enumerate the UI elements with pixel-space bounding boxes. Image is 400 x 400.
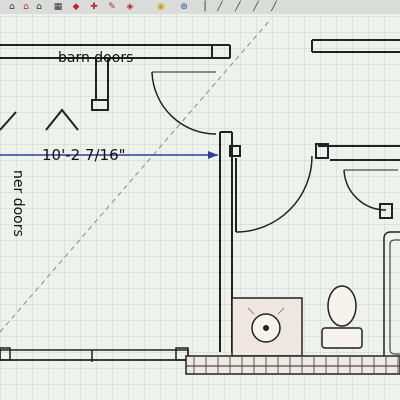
tape-icon[interactable]: ✚	[88, 1, 100, 13]
line3-icon[interactable]: ╱	[250, 1, 262, 13]
cad-window: ⌂ ⌂ ⌂ ▦ ◆ ✚ ✎ ◈ ◉ ⊕ ▕ ╱ ╱ ╱ ╱ barn doors…	[0, 0, 400, 400]
exterior-wall	[185, 355, 400, 375]
floor-plan-canvas[interactable]	[0, 14, 400, 400]
roof-icon[interactable]: ⌂	[20, 1, 32, 13]
line4-icon[interactable]: ╱	[268, 1, 280, 13]
vertical-doors-label: ner doors	[10, 170, 26, 237]
palette-icon[interactable]: ◆	[70, 1, 82, 13]
line2-icon[interactable]: ╱	[232, 1, 244, 13]
line-icon[interactable]: ╱	[214, 1, 226, 13]
wall-icon[interactable]: ⌂	[33, 1, 45, 13]
select-icon[interactable]: ▕	[196, 1, 208, 13]
pointer-icon[interactable]: ⊕	[178, 1, 190, 13]
dimension-label: 10'-2 7/16"	[42, 146, 126, 164]
door-icon[interactable]: ▦	[52, 1, 64, 13]
camera-icon[interactable]: ◉	[155, 1, 167, 13]
pencil-icon[interactable]: ✎	[106, 1, 118, 13]
barn-doors-label: barn doors	[58, 50, 134, 66]
vanity-sink	[231, 297, 303, 357]
paint-icon[interactable]: ◈	[124, 1, 136, 13]
toolbar: ⌂ ⌂ ⌂ ▦ ◆ ✚ ✎ ◈ ◉ ⊕ ▕ ╱ ╱ ╱ ╱	[0, 0, 400, 15]
house-icon[interactable]: ⌂	[6, 1, 18, 13]
